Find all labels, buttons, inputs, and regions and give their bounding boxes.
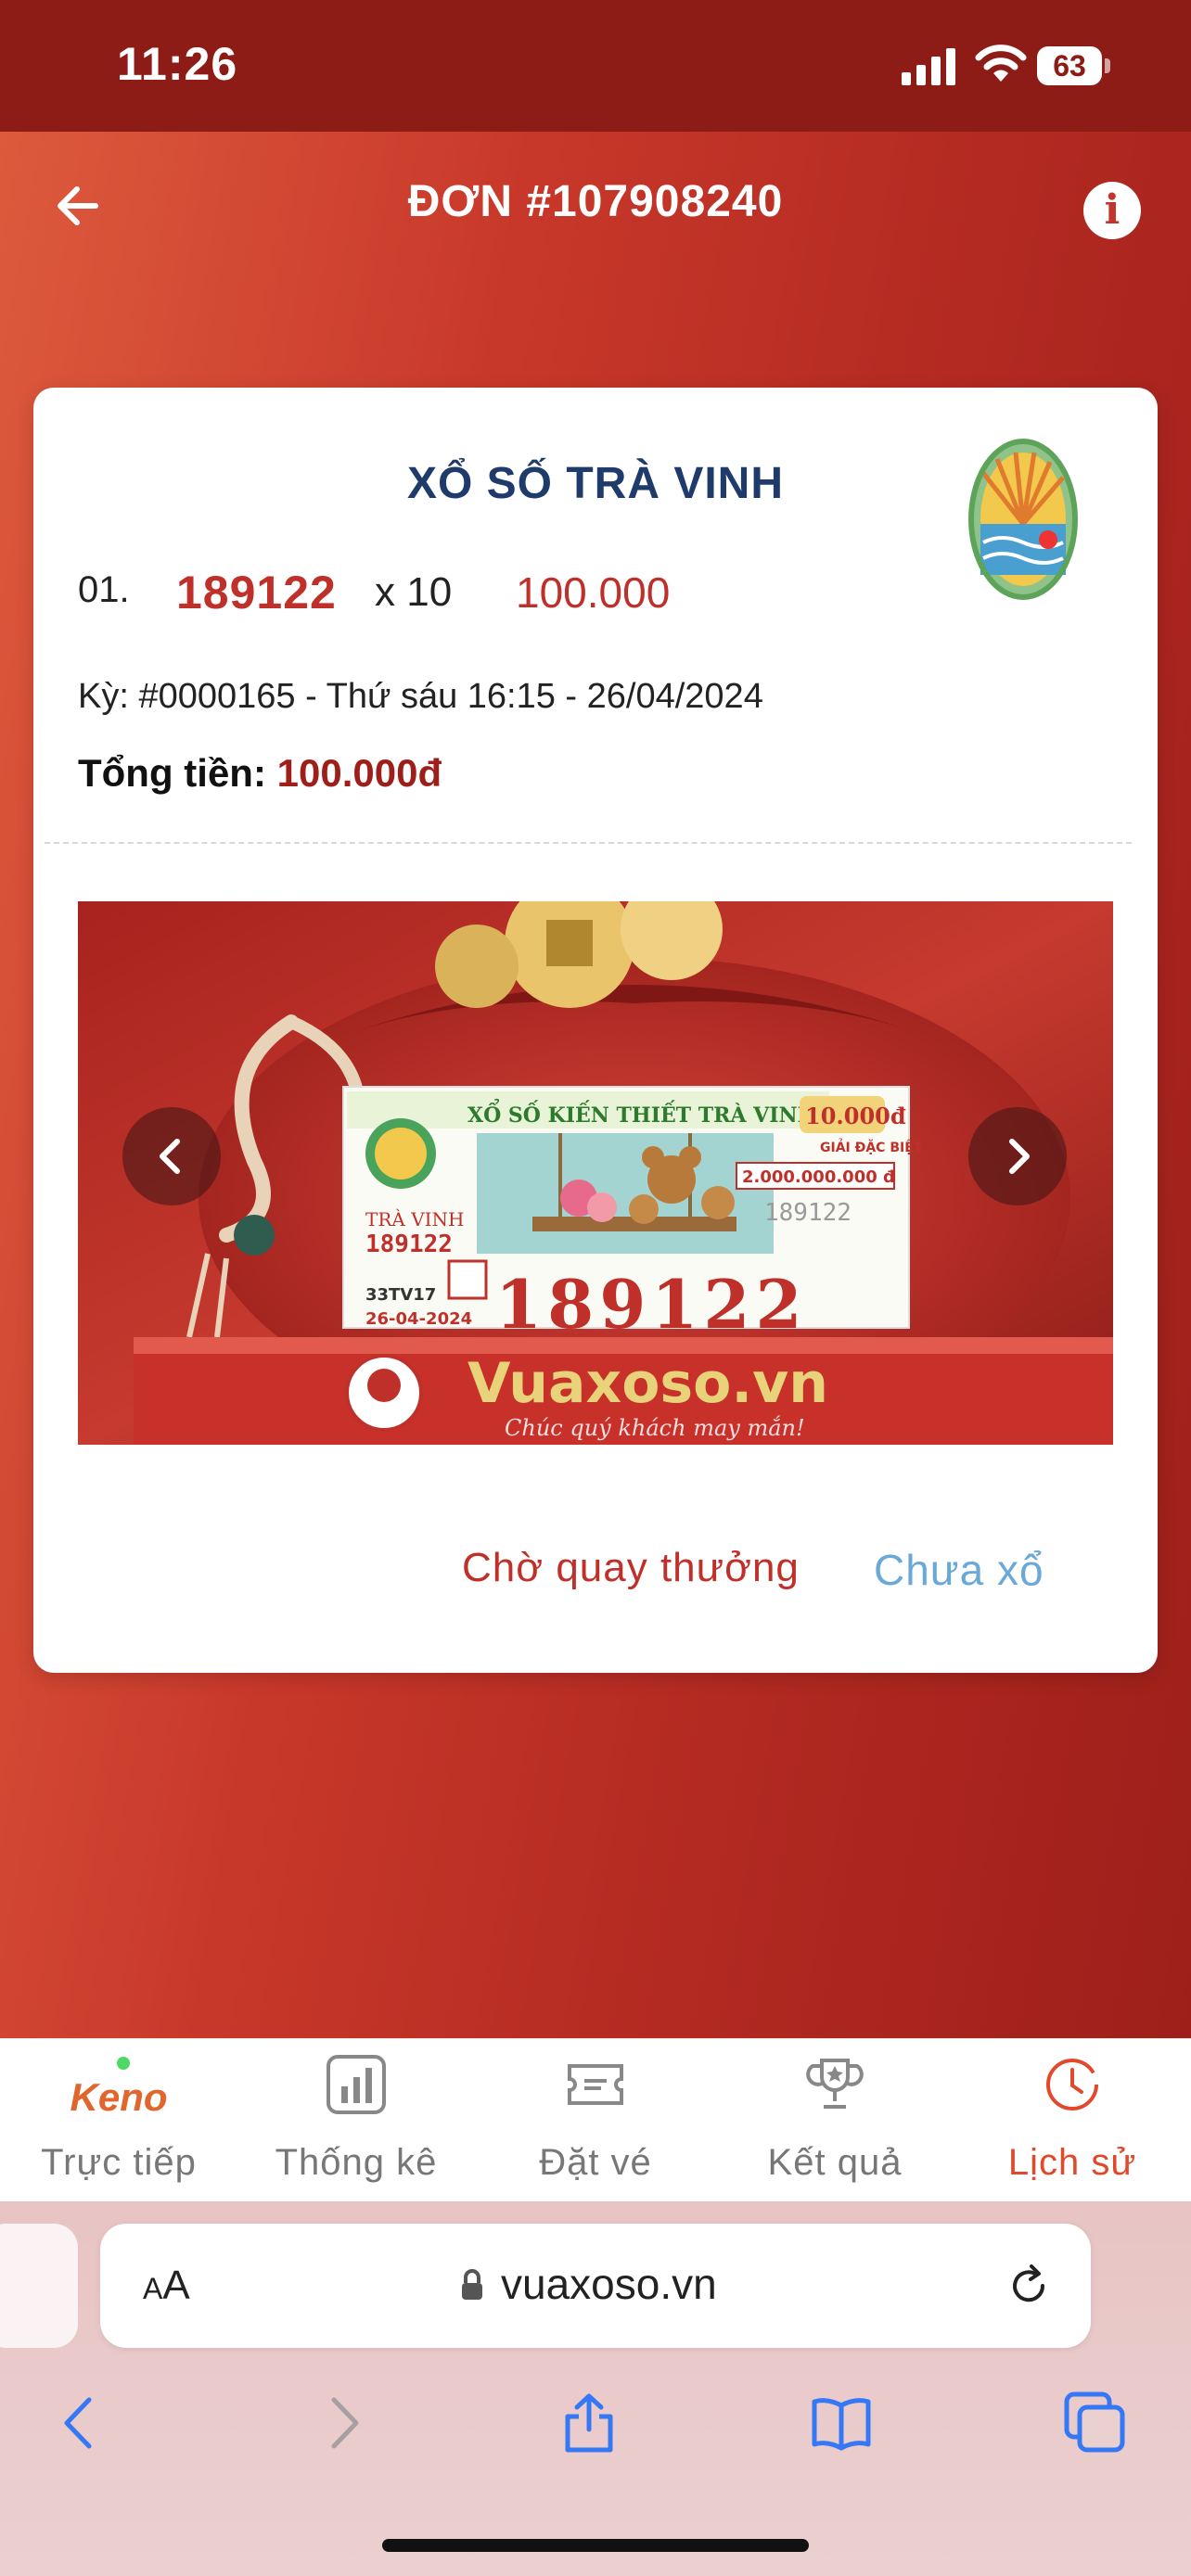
screen: 11:26 63 ĐƠN #107908240 i XỔ SỐ TRÀ VINH (0, 0, 1191, 2576)
tra-vinh-emblem-icon (968, 439, 1078, 600)
total-value: 100.000đ (276, 751, 442, 795)
reader-settings-button[interactable]: AA (143, 2263, 190, 2309)
ticket-date-text: 26-04-2024 (365, 1309, 472, 1329)
ticket-price-text: 10.000đ (805, 1103, 906, 1129)
browser-back-icon[interactable] (48, 2391, 113, 2455)
ticket-big-number: 189122 (495, 1265, 808, 1344)
ticket-small-number: 189122 (365, 1231, 453, 1258)
tab-results[interactable]: Kết quả (724, 2053, 946, 2192)
tab-history[interactable]: Lịch sử (961, 2053, 1184, 2192)
reload-icon[interactable] (1004, 2261, 1054, 2311)
page-title: ĐƠN #107908240 (407, 177, 784, 226)
dashed-divider (45, 842, 1132, 844)
keno-logo: Keno (70, 2075, 168, 2119)
status-bar: 11:26 63 (0, 0, 1191, 132)
previous-image-button[interactable] (122, 1107, 221, 1205)
clock-history-icon (1046, 2059, 1098, 2111)
status-waiting: Chờ quay thưởng (462, 1545, 800, 1590)
lock-icon (462, 2269, 482, 2300)
ticket-number-grey: 189122 (764, 1199, 852, 1227)
ticket-province-text: TRÀ VINH (365, 1208, 464, 1231)
tab-statistics[interactable]: Thống kê (245, 2053, 467, 2192)
ticket-series-text: 33TV17 (365, 1285, 436, 1305)
tabs-icon[interactable] (1063, 2391, 1128, 2455)
bar-chart-icon (327, 2055, 386, 2114)
draw-period: Kỳ: #0000165 - Thứ sáu 16:15 - 26/04/202… (78, 677, 763, 716)
order-total: Tổng tiền: 100.000đ (78, 751, 442, 796)
prize-label-text: GIẢI ĐẶC BIỆT (820, 1138, 923, 1155)
status-time: 11:26 (117, 38, 238, 90)
share-icon[interactable] (557, 2391, 621, 2455)
previous-tab-preview[interactable] (0, 2224, 78, 2348)
prize-amount-text: 2.000.000.000 đ (742, 1167, 895, 1187)
tab-label: Kết quả (767, 2142, 903, 2183)
tab-label: Thống kê (275, 2142, 438, 2183)
live-indicator-dot (117, 2057, 130, 2070)
wifi-icon (975, 45, 1027, 82)
slogan-text: Chúc quý khách may mắn! (505, 1415, 805, 1441)
total-label: Tổng tiền: (78, 751, 277, 795)
info-icon: i (1104, 186, 1121, 234)
chevron-right-icon (1009, 1139, 1030, 1174)
chevron-left-icon (160, 1139, 180, 1174)
ticket-photo-illustration: XỔ SỐ KIẾN THIẾT TRÀ VINH 10.000đ GIẢI Đ… (78, 901, 1113, 1445)
ticket-quantity: x 10 (375, 569, 453, 615)
ticket-amount: 100.000 (516, 568, 671, 617)
tab-label: Trực tiếp (41, 2142, 197, 2183)
battery-level: 63 (1037, 46, 1102, 85)
brand-text: Vuaxoso.vn (467, 1351, 828, 1416)
info-button[interactable]: i (1083, 182, 1141, 239)
tab-live[interactable]: Keno Trực tiếp (7, 2053, 230, 2192)
ticket-number: 189122 (176, 567, 337, 618)
row-index: 01. (78, 569, 130, 610)
home-indicator (382, 2539, 809, 2552)
ticket-photo: XỔ SỐ KIẾN THIẾT TRÀ VINH 10.000đ GIẢI Đ… (78, 901, 1113, 1445)
url-text[interactable]: vuaxoso.vn (501, 2259, 717, 2309)
status-not-drawn: Chưa xổ (874, 1546, 1044, 1594)
trophy-icon (806, 2059, 864, 2109)
bookmarks-icon[interactable] (809, 2391, 874, 2455)
browser-forward-icon[interactable] (310, 2391, 375, 2455)
ticket-icon (568, 2064, 623, 2105)
battery-icon: 63 (1037, 46, 1111, 85)
tab-book-ticket[interactable]: Đặt vé (484, 2053, 707, 2192)
tab-label: Lịch sử (1007, 2142, 1137, 2183)
next-image-button[interactable] (968, 1107, 1067, 1205)
tab-label: Đặt vé (539, 2142, 652, 2183)
cellular-signal-icon (902, 48, 955, 85)
